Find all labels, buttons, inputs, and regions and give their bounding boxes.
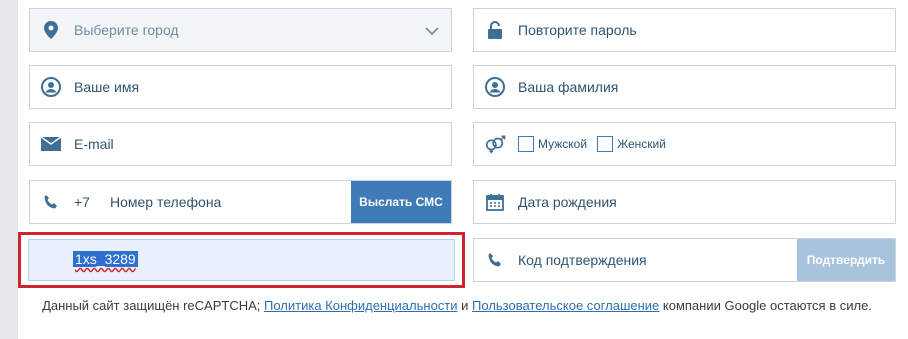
- phone-field[interactable]: +7 Номер телефона Выслать СМС: [29, 180, 452, 224]
- female-label: Женский: [617, 137, 666, 151]
- envelope-icon: [40, 133, 62, 155]
- location-pin-icon: [40, 19, 62, 41]
- calendar-icon: [484, 191, 506, 213]
- first-name-field[interactable]: Ваше имя: [29, 65, 452, 109]
- phone-icon: [484, 249, 506, 271]
- female-checkbox[interactable]: [597, 136, 614, 152]
- last-name-field[interactable]: Ваша фамилия: [473, 65, 896, 109]
- phone-placeholder: Номер телефона: [110, 194, 222, 210]
- city-select[interactable]: Выберите город: [29, 8, 452, 52]
- confirm-code-placeholder: Код подтверждения: [518, 252, 647, 268]
- last-name-placeholder: Ваша фамилия: [518, 79, 619, 95]
- recaptcha-text-after: компании Google остаются в силе.: [659, 298, 872, 313]
- confirm-code-field[interactable]: Код подтверждения Подтвердить: [473, 238, 896, 282]
- chevron-down-icon: [425, 22, 439, 38]
- recaptcha-and: и: [457, 298, 473, 313]
- birth-date-field[interactable]: Дата рождения: [473, 180, 896, 224]
- gender-icon: [484, 133, 506, 155]
- repeat-password-field[interactable]: Повторите пароль: [473, 8, 896, 52]
- phone-icon: [40, 191, 62, 213]
- phone-prefix: +7: [74, 194, 90, 210]
- email-field[interactable]: E-mail: [29, 122, 452, 166]
- male-checkbox[interactable]: [518, 136, 534, 152]
- left-sidebar-strip: [0, 0, 18, 339]
- city-select-value: Выберите город: [74, 22, 179, 38]
- promo-code-input[interactable]: 1xs_3289: [28, 239, 455, 281]
- birth-date-placeholder: Дата рождения: [518, 194, 617, 210]
- terms-link[interactable]: Пользовательское соглашение: [472, 298, 659, 313]
- confirm-button[interactable]: Подтвердить: [797, 239, 895, 281]
- email-placeholder: E-mail: [74, 136, 114, 152]
- recaptcha-notice: Данный сайт защищён reCAPTCHA; Политика …: [22, 297, 892, 314]
- privacy-policy-link[interactable]: Политика Конфиденциальности: [264, 298, 458, 313]
- recaptcha-text-before: Данный сайт защищён reCAPTCHA;: [42, 298, 264, 313]
- promo-code-value: 1xs_3289: [73, 251, 138, 267]
- male-label: Мужской: [538, 137, 588, 151]
- first-name-placeholder: Ваше имя: [74, 79, 140, 95]
- user-icon: [40, 76, 62, 98]
- gender-field: Мужской Женский: [473, 122, 896, 166]
- lock-icon: [484, 19, 506, 41]
- repeat-password-placeholder: Повторите пароль: [518, 22, 637, 38]
- user-icon: [484, 76, 506, 98]
- gender-options: Мужской Женский: [518, 136, 672, 152]
- send-sms-button[interactable]: Выслать СМС: [351, 181, 451, 223]
